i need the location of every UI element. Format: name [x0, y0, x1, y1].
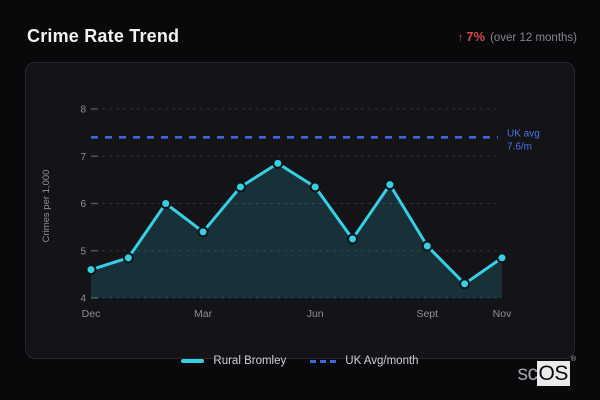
area-fill: [91, 163, 502, 298]
data-point[interactable]: [421, 240, 433, 252]
data-point[interactable]: [496, 252, 508, 264]
legend-item-uk-avg[interactable]: UK Avg/month: [310, 355, 419, 367]
y-tick-label: 7: [80, 152, 86, 163]
x-tick-label: Jun: [307, 308, 324, 320]
crime-dashboard-page: Crime Rate Trend ↑ 7% (over 12 months) 8 7…: [0, 0, 600, 400]
trend-up-arrow-icon: ↑: [457, 31, 464, 44]
y-tick-label: 5: [80, 246, 86, 257]
y-tick-label: 6: [80, 199, 86, 210]
data-point[interactable]: [122, 252, 134, 264]
chart-card: 8 7 6 5 4 Crimes per 1,000 UK avg 7.6/m Dec Mar Ju…: [25, 62, 575, 359]
trend-badge: ↑ 7% (over 12 months): [458, 29, 577, 44]
legend-solid-line-swatch: [181, 359, 205, 363]
x-tick-label: Mar: [194, 308, 213, 320]
data-point[interactable]: [347, 233, 359, 245]
chart-legend: Rural Bromley UK Avg/month: [25, 353, 575, 369]
registered-trademark-icon: ®: [570, 356, 576, 363]
header: Crime Rate Trend ↑ 7% (over 12 months): [27, 24, 577, 48]
data-point[interactable]: [85, 264, 97, 276]
legend-dashed-line-swatch: [310, 359, 337, 363]
uk-avg-label-line2: 7.6/m: [507, 141, 532, 152]
legend-label: Rural Bromley: [213, 355, 287, 367]
data-point[interactable]: [160, 198, 172, 209]
trend-note: (over 12 months): [490, 31, 577, 44]
legend-item-rural-bromley[interactable]: Rural Bromley: [181, 355, 286, 367]
data-point[interactable]: [459, 278, 471, 290]
uk-avg-label-line1: UK avg: [507, 128, 540, 139]
logo-prefix: sc: [517, 362, 538, 385]
logo-suffix: OS: [537, 361, 570, 386]
data-point[interactable]: [272, 157, 284, 169]
data-point[interactable]: [384, 179, 396, 191]
data-point[interactable]: [197, 226, 209, 238]
data-point[interactable]: [234, 181, 246, 193]
trend-percent: 7%: [466, 28, 486, 44]
scos-logo: sc OS ®: [517, 356, 576, 386]
legend-label: UK Avg/month: [345, 355, 419, 367]
y-axis-title: Crimes per 1,000: [41, 170, 52, 243]
page-title: Crime Rate Trend: [27, 25, 180, 46]
crime-trend-chart: 8 7 6 5 4 Crimes per 1,000 UK avg 7.6/m Dec Mar Ju…: [41, 105, 540, 321]
x-tick-label: Dec: [82, 308, 101, 320]
data-point[interactable]: [309, 181, 321, 193]
x-tick-label: Nov: [493, 308, 512, 320]
x-tick-label: Sept: [416, 308, 438, 320]
y-tick-label: 8: [80, 105, 86, 116]
y-tick-label: 4: [80, 294, 86, 305]
